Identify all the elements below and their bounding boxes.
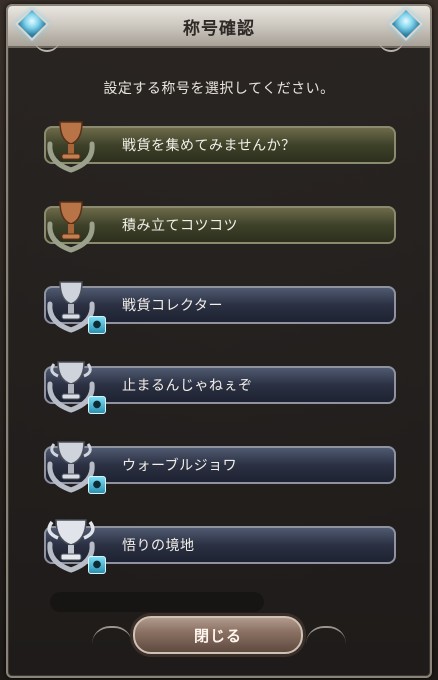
title-option[interactable]: ウォーブルジョワ ● (38, 440, 398, 494)
close-button[interactable]: 閉じる (133, 616, 303, 654)
title-confirm-dialog: 称号確認 (6, 4, 432, 678)
lock-icon: ● (88, 396, 106, 414)
title-option-label: 止まるんじゃねぇぞ (122, 378, 253, 394)
lock-icon: ● (88, 476, 106, 494)
ornament-flourish (378, 36, 404, 52)
ornament-flourish (34, 36, 60, 52)
title-option-label: 悟りの境地 (122, 538, 195, 554)
bronze-trophy-icon (47, 121, 95, 173)
title-option[interactable]: 積み立てコツコツ (38, 200, 398, 253)
title-option-label: 戦貨を集めてみませんか？ (122, 138, 296, 154)
instruction-text: 設定する称号を選択してください。 (103, 81, 335, 97)
title-option[interactable]: 戦貨コレクター ● (38, 280, 398, 334)
title-option[interactable]: 悟りの境地 ● (38, 519, 398, 574)
title-option[interactable]: 戦貨を集めてみませんか？ (38, 120, 398, 173)
title-option-label: 戦貨コレクター (122, 298, 223, 314)
title-option-label: ウォーブルジョワ (122, 458, 238, 474)
title-option[interactable]: 止まるんじゃねぇぞ ● (38, 360, 398, 414)
dialog-title: 称号確認 (183, 18, 255, 39)
title-option-label: 積み立てコツコツ (122, 218, 238, 234)
lock-icon: ● (88, 316, 106, 334)
bronze-trophy-icon (47, 201, 95, 253)
close-button-label: 閉じる (193, 626, 242, 645)
dialog-header: 称号確認 (8, 6, 430, 48)
background-panel-fragment (50, 592, 264, 612)
lock-icon: ● (88, 556, 106, 574)
